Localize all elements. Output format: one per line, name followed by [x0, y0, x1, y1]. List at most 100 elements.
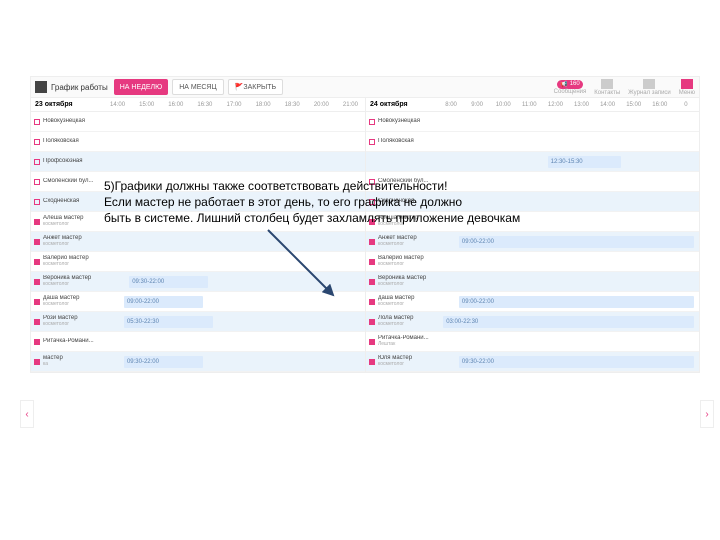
schedule-row[interactable]: даша мастеркосметолог 09:00-22:00 — [366, 292, 699, 312]
schedule-row[interactable]: Вероника мастеркосметолог — [366, 272, 699, 292]
time-label: 15:00 — [132, 102, 161, 108]
shift-bar[interactable]: 09:00-22:00 — [459, 236, 694, 248]
page-title: График работы — [51, 83, 108, 92]
shift-bar[interactable]: 12:30-15:30 — [548, 156, 621, 168]
time-lane[interactable]: 09:30-22:00 — [438, 352, 699, 371]
time-label: 15:00 — [621, 102, 647, 108]
row-name: Поляковская — [43, 138, 103, 145]
status-dot-icon — [34, 159, 40, 165]
status-dot-icon — [369, 319, 375, 325]
schedule-row[interactable]: Рози мастеркосметолог 05:30-22:30 — [31, 312, 365, 332]
status-dot-icon — [34, 199, 40, 205]
time-lane[interactable]: 09:00-22:00 — [438, 292, 699, 311]
time-label: 13:00 — [568, 102, 594, 108]
shift-bar[interactable]: 09:30-22:00 — [459, 356, 694, 368]
header-actions: 160Сообщения Контакты Журнал записи Меню — [554, 79, 695, 96]
status-dot-icon — [369, 239, 375, 245]
row-name: мастерка — [43, 355, 103, 367]
status-dot-icon — [34, 319, 40, 325]
time-label: 14:00 — [103, 102, 132, 108]
schedule-row[interactable]: мастерка 09:30-22:00 — [31, 352, 365, 372]
time-label: 16:00 — [161, 102, 190, 108]
shift-bar[interactable]: 09:30-22:00 — [129, 276, 208, 288]
prev-button[interactable]: ‹ — [20, 400, 34, 428]
time-lane[interactable] — [438, 332, 699, 351]
annotation-arrow-icon — [258, 225, 348, 315]
shift-bar[interactable]: 05:30-22:30 — [124, 316, 213, 328]
row-name: Лола мастеркосметолог — [378, 315, 438, 327]
schedule-row[interactable]: Лола мастеркосметолог 03:00-22:30 — [366, 312, 699, 332]
day-column: 24 октября8:009:0010:0011:0012:0013:0014… — [365, 98, 699, 372]
schedule-row[interactable]: Поляковская — [366, 132, 699, 152]
topbar: График работы НА НЕДЕЛЮ НА МЕСЯЦ 🚩 ЗАКРЫ… — [30, 76, 700, 98]
time-label: 21:00 — [336, 102, 365, 108]
status-dot-icon — [34, 179, 40, 185]
row-name: Валерио мастеркосметолог — [43, 255, 103, 267]
row-name: Рози мастеркосметолог — [43, 315, 103, 327]
period-month-button[interactable]: НА МЕСЯЦ — [172, 79, 223, 95]
time-label: 0 — [673, 102, 699, 108]
time-lane[interactable] — [103, 112, 365, 131]
time-lane[interactable] — [438, 132, 699, 151]
period-week-button[interactable]: НА НЕДЕЛЮ — [114, 79, 168, 95]
schedule-row[interactable]: Поляковская — [31, 132, 365, 152]
time-label: 18:30 — [278, 102, 307, 108]
shift-bar[interactable]: 09:00-22:00 — [124, 296, 203, 308]
time-label: 12:00 — [542, 102, 568, 108]
time-lane[interactable]: 03:00-22:30 — [438, 312, 699, 331]
time-lane[interactable] — [438, 252, 699, 271]
schedule-row[interactable]: Новокузнецкая — [366, 112, 699, 132]
row-name: Анжет мастеркосметолог — [43, 235, 103, 247]
status-dot-icon — [369, 259, 375, 265]
status-dot-icon — [369, 139, 375, 145]
status-dot-icon — [369, 359, 375, 365]
status-dot-icon — [34, 259, 40, 265]
row-name: Профсоюзная — [43, 158, 103, 165]
status-dot-icon — [34, 359, 40, 365]
time-lane[interactable] — [438, 272, 699, 291]
next-button[interactable]: › — [700, 400, 714, 428]
time-label: 14:00 — [595, 102, 621, 108]
status-dot-icon — [34, 119, 40, 125]
shift-bar[interactable]: 09:30-22:00 — [124, 356, 203, 368]
schedule-grid: 23 октября14:0015:0016:0016:3017:0018:00… — [30, 98, 700, 373]
schedule-row[interactable]: Ритачка-Романи...Лештак — [366, 332, 699, 352]
contacts-button[interactable]: Контакты — [594, 79, 620, 96]
row-name: даша мастеркосметолог — [378, 295, 438, 307]
schedule-row[interactable]: Ритачка-Романи... — [31, 332, 365, 352]
annotation-text: 5)Графики должны также соответствовать д… — [104, 178, 684, 227]
calendar-icon — [35, 81, 47, 93]
row-name: даша мастеркосметолог — [43, 295, 103, 307]
row-name: Сходненская — [43, 198, 103, 205]
time-label: 9:00 — [464, 102, 490, 108]
schedule-row[interactable]: Анжет мастеркосметолог09:00-22:00 — [366, 232, 699, 252]
time-lane[interactable] — [103, 152, 365, 171]
date-label: 23 октября — [31, 101, 103, 108]
schedule-row[interactable]: Валерио мастеркосметолог — [366, 252, 699, 272]
time-lane[interactable]: 09:00-22:00 — [438, 232, 699, 251]
schedule-row[interactable]: Юля мастеркосметолог09:30-22:00 — [366, 352, 699, 372]
status-dot-icon — [34, 339, 40, 345]
close-button[interactable]: 🚩 ЗАКРЫТЬ — [228, 79, 283, 95]
shift-bar[interactable]: 09:00-22:00 — [459, 296, 694, 308]
time-label: 10:00 — [490, 102, 516, 108]
menu-button[interactable]: Меню — [679, 79, 695, 96]
time-lane[interactable] — [103, 132, 365, 151]
schedule-row[interactable]: 12:30-15:30 — [366, 152, 699, 172]
schedule-row[interactable]: Новокузнецкая — [31, 112, 365, 132]
shift-bar[interactable]: 03:00-22:30 — [443, 316, 694, 328]
row-name: Ритачка-Романи... — [43, 338, 103, 345]
time-lane[interactable]: 12:30-15:30 — [438, 152, 699, 171]
journal-button[interactable]: Журнал записи — [628, 79, 671, 96]
row-name: Новокузнецкая — [43, 118, 103, 125]
time-lane[interactable]: 09:30-22:00 — [103, 352, 365, 371]
time-label: 18:00 — [249, 102, 278, 108]
time-label: 17:00 — [219, 102, 248, 108]
status-dot-icon — [34, 219, 40, 225]
time-lane[interactable] — [103, 332, 365, 351]
schedule-row[interactable]: Профсоюзная — [31, 152, 365, 172]
time-label: 11:00 — [516, 102, 542, 108]
row-name: Новокузнецкая — [378, 118, 438, 125]
time-lane[interactable] — [438, 112, 699, 131]
messages-button[interactable]: 160Сообщения — [554, 80, 587, 95]
